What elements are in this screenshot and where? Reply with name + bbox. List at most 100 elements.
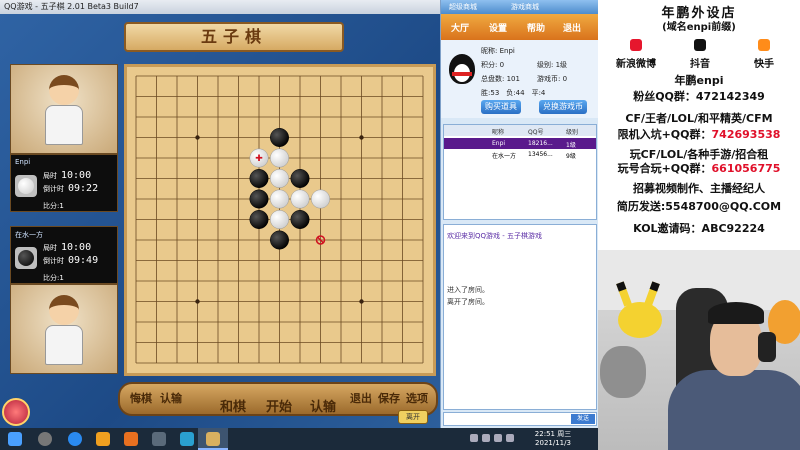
tray-icon[interactable] (494, 434, 502, 442)
tray-icon[interactable] (482, 434, 490, 442)
win-label: 胜 (481, 89, 488, 97)
star-point (195, 135, 200, 140)
points-label: 积分 (481, 61, 495, 69)
black-stone (249, 169, 269, 188)
total-value: 101 (506, 75, 520, 83)
last-move-marker-icon: ✚ (255, 154, 263, 164)
kuaishou-link: 快手 (734, 36, 794, 70)
group-line-1: 限机入坑+QQ群：742693538 (617, 128, 781, 141)
exchange-coins-button[interactable]: 兑换游戏币 (539, 100, 587, 114)
taskbar: 22:51 周三 2021/11/3 (0, 428, 598, 450)
white-stone (270, 148, 289, 168)
player1-score: 1 (59, 202, 64, 210)
qq-penguin-icon (449, 54, 475, 84)
chat-log[interactable]: 欢迎来到QQ游戏 - 五子棋游戏 进入了房间。 离开了房间。 (443, 224, 597, 410)
white-stone (290, 189, 310, 209)
draw-button[interactable]: 和棋 (220, 396, 246, 415)
active-task[interactable] (198, 428, 228, 450)
game-mall-link[interactable]: 游戏商城 (511, 2, 539, 12)
taskbar-clock[interactable]: 22:51 周三 2021/11/3 (528, 430, 578, 448)
chat-input[interactable]: 发送 (443, 412, 597, 426)
leave-button[interactable]: 离开 (398, 410, 428, 424)
tray-icon[interactable] (470, 434, 478, 442)
g-app-icon[interactable] (124, 432, 138, 446)
player2-timer-label: 局时 (43, 244, 57, 252)
player2-avatar-panel (10, 284, 118, 374)
lose-label: 负 (506, 89, 514, 97)
player1-timer: 10:00 (61, 170, 92, 181)
player1-name: Enpi (15, 158, 31, 166)
total-label: 总盘数 (481, 75, 502, 83)
player2-score-label: 比分 (43, 274, 57, 282)
nav-help[interactable]: 帮助 (527, 21, 545, 34)
col-level[interactable]: 级别 (566, 127, 578, 136)
group-line-2: 玩号合玩+QQ群：661056775 (617, 162, 781, 175)
player2-countdown-label: 倒计时 (43, 257, 64, 265)
row-level: 1级 (566, 142, 576, 149)
player1-score-label: 比分 (43, 202, 57, 210)
black-stone (290, 169, 310, 188)
resign-button[interactable]: 认输 (310, 396, 336, 415)
options-button[interactable]: 选项 (406, 390, 428, 406)
volume-icon[interactable] (506, 434, 514, 442)
undo-button[interactable]: 悔棋 (130, 390, 152, 406)
white-stone (270, 189, 289, 209)
kol-line: KOL邀请码：ABC92224 (633, 222, 765, 235)
nav-exit[interactable]: 退出 (563, 21, 581, 34)
email-line: 简历发送:5548700@QQ.COM (616, 200, 782, 213)
resign-button-left[interactable]: 认输 (160, 390, 182, 406)
douyin-icon (694, 39, 706, 51)
qq-game-icon[interactable] (96, 432, 110, 446)
win-value: 53 (490, 89, 500, 97)
player2-stone-indicator (15, 247, 37, 269)
level-value: 1级 (555, 61, 568, 69)
player2-info-panel: 在水一方 局时 10:00 倒计时 09:49 比分:1 (10, 226, 118, 284)
table-row[interactable]: 在水一方 13456... 9级 (444, 149, 596, 160)
player-list: 昵称 QQ号 级别 Enpi 18216... 1级 在水一方 13456...… (443, 124, 597, 220)
points-value: 0 (499, 61, 505, 69)
search-icon[interactable] (38, 432, 52, 446)
windows-start-icon[interactable] (8, 432, 22, 446)
player1-info-panel: Enpi 局时 10:00 倒计时 09:22 比分:1 (10, 154, 118, 212)
row-qq: 13456... (528, 151, 553, 158)
lobby-topbar: 超级商城 游戏商城 (441, 0, 599, 14)
black-stone (249, 189, 269, 209)
row-name: Enpi (492, 140, 506, 147)
draw-value: 4 (540, 89, 546, 97)
col-qq[interactable]: QQ号 (528, 127, 543, 136)
table-row[interactable]: Enpi 18216... 1级 (444, 138, 596, 149)
kuaishou-icon (758, 39, 770, 51)
send-button[interactable]: 发送 (571, 414, 595, 424)
start-button[interactable]: 开始 (266, 396, 292, 415)
nav-lobby[interactable]: 大厅 (451, 21, 469, 34)
board-grid[interactable]: ✚ (127, 67, 433, 373)
streamer-handle: 年鹏enpi (674, 74, 724, 87)
player1-avatar (11, 65, 117, 153)
white-stone (270, 169, 289, 188)
player2-timer: 10:00 (61, 242, 92, 253)
white-stone (311, 189, 330, 209)
screen-app-icon[interactable] (152, 432, 166, 446)
games-line: CF/王者/LOL/和平精英/CFM (625, 112, 773, 125)
save-button[interactable]: 保存 (378, 390, 400, 406)
lobby-panel: 超级商城 游戏商城 大厅 设置 帮助 退出 昵称: Enpi 积分: 0 级别:… (440, 0, 599, 428)
black-stone (290, 210, 310, 229)
row-level: 9级 (566, 153, 576, 160)
player1-avatar-panel (10, 64, 118, 154)
white-stone (270, 210, 289, 229)
nickname-value: Enpi (499, 47, 515, 55)
lose-value: 44 (515, 89, 525, 97)
game-logo-icon (2, 398, 30, 426)
player1-stone-indicator (15, 175, 37, 197)
buy-items-button[interactable]: 购买道具 (481, 100, 521, 114)
player2-avatar (11, 285, 117, 373)
game-app-icon[interactable] (180, 432, 194, 446)
super-mall-link[interactable]: 超级商城 (449, 2, 477, 12)
quit-button[interactable]: 退出 (350, 390, 372, 406)
col-nickname[interactable]: 昵称 (492, 127, 504, 136)
browser-icon[interactable] (68, 432, 82, 446)
gomoku-board[interactable]: ✚ (124, 64, 436, 376)
nav-settings[interactable]: 设置 (489, 21, 507, 34)
streamer-overlay: 年鹏外设店 (域名enpi前缀) 新浪微博 抖音 快手 年鹏enpi 粉丝QQ群… (598, 0, 800, 450)
lobby-nav: 大厅 设置 帮助 退出 (441, 14, 599, 40)
